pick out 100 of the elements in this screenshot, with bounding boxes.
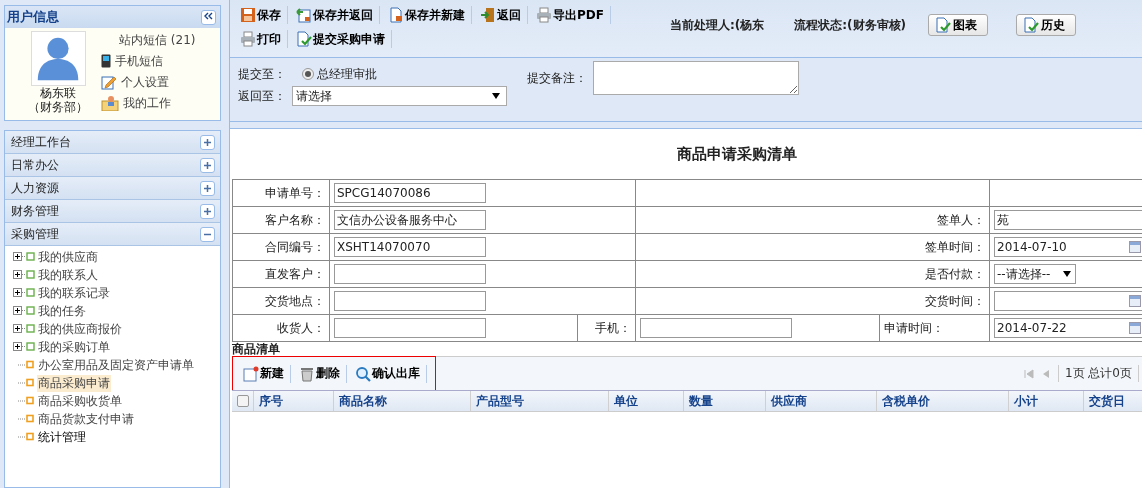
tree-item[interactable]: 统计管理	[37, 428, 87, 446]
pencil-icon	[101, 74, 117, 90]
user-name: 杨东联	[40, 86, 76, 100]
date-field[interactable]	[994, 291, 1142, 311]
field-label: 签单人：	[937, 212, 985, 227]
tree-item[interactable]: 我的供应商	[37, 248, 99, 266]
collapse-icon[interactable]	[200, 226, 215, 242]
field-label: 签单时间：	[925, 239, 985, 254]
toolbar-button[interactable]: 返回	[478, 6, 528, 24]
text-field[interactable]: 苑	[994, 210, 1142, 230]
current-handler: 当前处理人:(杨东	[670, 16, 765, 34]
tree-item[interactable]: 办公室用品及固定资产申请单	[37, 356, 195, 374]
double-chevron-icon	[204, 12, 213, 20]
column-header[interactable]: 小计	[1009, 391, 1084, 411]
caret-icon	[1063, 271, 1071, 277]
menu-section[interactable]: 经理工作台	[5, 131, 220, 154]
tree-item[interactable]: 我的供应商报价	[37, 320, 123, 338]
menu-section[interactable]: 采购管理	[5, 223, 220, 246]
collapse-button[interactable]	[201, 9, 216, 25]
column-header[interactable]: 单位	[609, 391, 684, 411]
page-info: 1页 总计0页	[1057, 365, 1139, 382]
tree-expand-icon[interactable]	[13, 324, 35, 334]
column-header[interactable]: 序号	[254, 391, 334, 411]
remark-field[interactable]	[593, 61, 799, 95]
menu-section[interactable]: 财务管理	[5, 200, 220, 223]
field-label: 收货人：	[277, 320, 325, 335]
field-label: 申请时间：	[884, 320, 944, 335]
tree-item[interactable]: 商品采购收货单	[37, 392, 123, 410]
form-title: 商品申请采购清单	[675, 144, 798, 165]
toolbar-button[interactable]: 确认出库	[353, 364, 427, 383]
dropdown[interactable]: --请选择--	[994, 264, 1076, 284]
panel-title: 用户信息	[7, 8, 59, 26]
caret-icon	[492, 93, 500, 99]
tree-expand-icon[interactable]	[13, 342, 35, 352]
field-label: 返回至：	[238, 87, 286, 105]
toolbar-button[interactable]: 新建	[241, 364, 291, 383]
field-label: 客户名称：	[265, 212, 325, 227]
document-check-icon	[1023, 17, 1040, 33]
document-check-icon	[935, 17, 952, 33]
column-header[interactable]: 含税单价	[877, 391, 1009, 411]
text-field[interactable]	[334, 264, 486, 284]
column-header[interactable]: 供应商	[766, 391, 877, 411]
toolbar-button[interactable]: 删除	[297, 364, 347, 383]
field-label: 提交备注：	[527, 69, 587, 87]
flow-status: 流程状态:(财务审核)	[794, 16, 907, 34]
tree-item[interactable]: 我的任务	[37, 302, 87, 320]
toolbar-button[interactable]: 打印	[238, 30, 288, 48]
checkbox[interactable]	[236, 395, 249, 407]
expand-icon[interactable]	[200, 134, 215, 150]
column-header[interactable]: 商品名称	[334, 391, 471, 411]
printer-icon	[536, 7, 552, 23]
tree-expand-icon[interactable]	[13, 288, 35, 298]
tree-item[interactable]: 我的联系记录	[37, 284, 111, 302]
tree-item[interactable]: 我的联系人	[37, 266, 99, 284]
user-link[interactable]: 我的工作	[101, 94, 196, 112]
text-field[interactable]: XSHT14070070	[334, 237, 486, 257]
user-link[interactable]: 站内短信 (21)	[101, 31, 196, 49]
radio-option[interactable]: 总经理审批	[302, 65, 377, 83]
expand-icon[interactable]	[200, 203, 215, 219]
person-folder-icon	[101, 95, 119, 111]
tree-item[interactable]: 商品采购申请	[37, 374, 111, 392]
tree-item[interactable]: 商品货款支付申请	[37, 410, 135, 428]
menu-section[interactable]: 人力资源	[5, 177, 220, 200]
column-header[interactable]: 交货日	[1084, 391, 1142, 411]
expand-icon[interactable]	[200, 180, 215, 196]
expand-icon[interactable]	[200, 157, 215, 173]
status-button[interactable]: 图表	[928, 14, 989, 36]
toolbar-button[interactable]: 保存并新建	[386, 6, 472, 24]
text-field[interactable]	[640, 318, 792, 338]
field-label: 申请单号：	[265, 185, 325, 200]
avatar-icon	[30, 31, 86, 86]
toolbar-button[interactable]: 保存并返回	[294, 6, 380, 24]
new-document-icon	[243, 365, 259, 382]
door-arrow-icon	[480, 7, 496, 23]
column-header[interactable]: 数量	[684, 391, 766, 411]
text-field[interactable]	[334, 291, 486, 311]
column-header[interactable]: 产品型号	[471, 391, 609, 411]
toolbar-button[interactable]: 导出PDF	[534, 6, 611, 24]
field-label: 交货地点：	[265, 293, 325, 308]
tree-expand-icon[interactable]	[13, 270, 35, 280]
text-field[interactable]	[334, 318, 486, 338]
text-field[interactable]: 文信办公设备服务中心	[334, 210, 486, 230]
user-department: （财务部）	[28, 100, 88, 114]
tree-item[interactable]: 我的采购订单	[37, 338, 111, 356]
trash-icon	[299, 365, 315, 382]
toolbar-button[interactable]: 提交采购申请	[294, 30, 392, 48]
toolbar-button[interactable]: 保存	[238, 6, 288, 24]
dropdown[interactable]: 请选择	[292, 86, 507, 106]
date-field[interactable]: 2014-07-10	[994, 237, 1142, 257]
document-icon	[388, 7, 404, 23]
text-field[interactable]: SPCG14070086	[334, 183, 486, 203]
status-button[interactable]: 历史	[1016, 14, 1077, 36]
tree-expand-icon[interactable]	[13, 306, 35, 316]
tree-expand-icon[interactable]	[13, 252, 35, 262]
field-label: 手机：	[595, 320, 631, 335]
document-check-icon	[296, 31, 312, 47]
menu-section[interactable]: 日常办公	[5, 154, 220, 177]
user-link[interactable]: 手机短信	[101, 52, 196, 70]
date-field[interactable]: 2014-07-22	[994, 318, 1142, 338]
user-link[interactable]: 个人设置	[101, 73, 196, 91]
